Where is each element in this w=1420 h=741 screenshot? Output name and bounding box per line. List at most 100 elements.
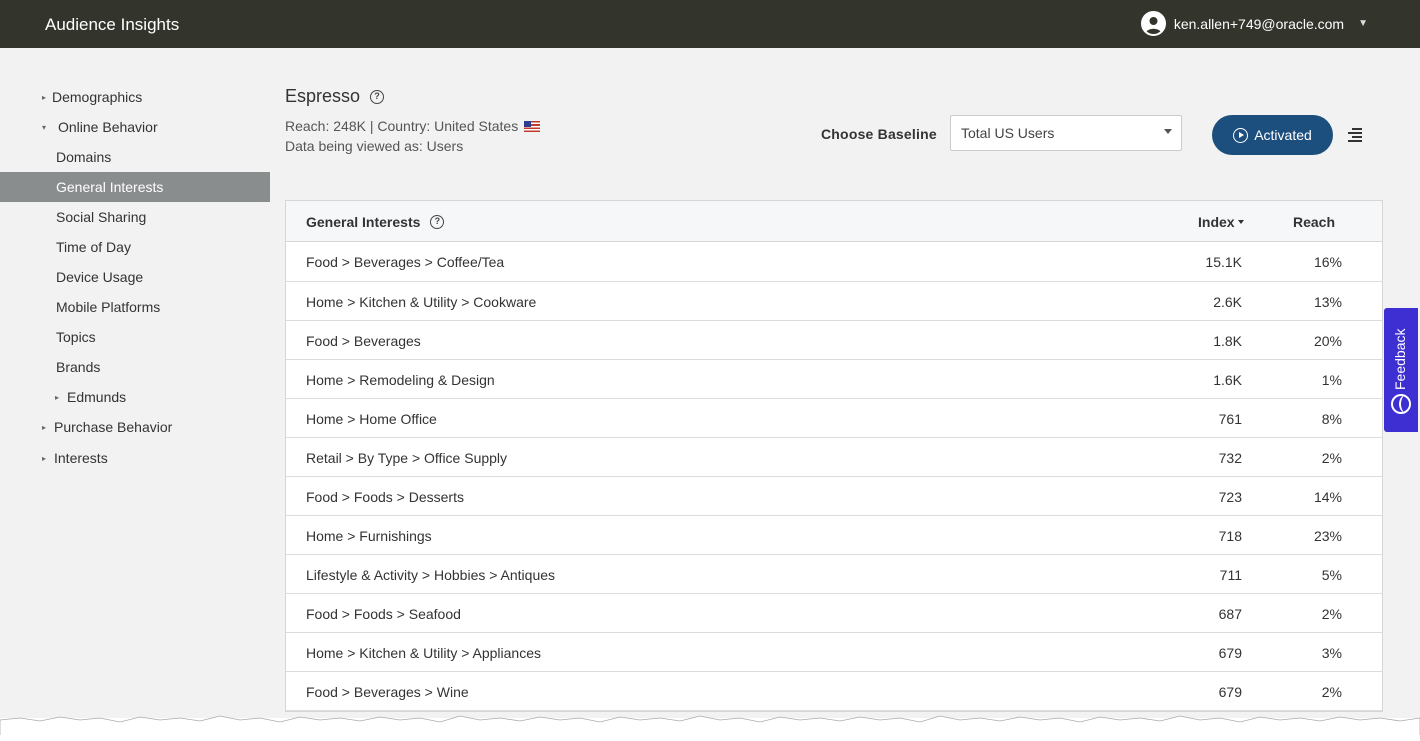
table-row[interactable]: Food > Foods > Desserts 723 14% [286,477,1382,516]
sidebar-item-purchase-behavior[interactable]: ▸ Purchase Behavior [0,412,270,442]
expand-icon: ▸ [42,92,47,102]
sidebar-item-label: Domains [56,149,112,165]
row-name: Food > Beverages > Coffee/Tea [306,254,505,270]
activated-button[interactable]: Activated [1212,115,1333,155]
viewed-as-text: Data being viewed as: Users [285,138,464,154]
reach-country-text: Reach: 248K | Country: United States [285,118,519,134]
sidebar-item-topics[interactable]: Topics [0,322,270,352]
row-reach: 3% [1321,645,1342,661]
row-index: 711 [1219,567,1242,583]
sidebar-item-label: Demographics [52,89,143,105]
column-header-name: General Interests ? [306,214,445,230]
sidebar-item-label: Time of Day [56,239,131,255]
sidebar-item-demographics[interactable]: ▸ Demographics [0,82,270,112]
sidebar-item-label: Edmunds [67,389,127,405]
general-interests-table: General Interests ? Index Reach Food > B… [285,200,1383,712]
user-menu[interactable]: ken.allen+749@oracle.com ▼ [1140,11,1368,36]
row-index: 679 [1218,645,1242,661]
sidebar-item-social-sharing[interactable]: Social Sharing [0,202,270,232]
row-reach: 20% [1313,333,1342,349]
table-row[interactable]: Food > Beverages 1.8K 20% [286,321,1382,360]
sidebar-item-general-interests[interactable]: General Interests [0,172,270,202]
table-row[interactable]: Food > Foods > Seafood 687 2% [286,594,1382,633]
row-reach: 8% [1321,411,1342,427]
sidebar-item-label: Social Sharing [56,209,147,225]
expand-icon: ▸ [55,392,60,402]
user-avatar-icon [1140,11,1166,36]
segment-title-row: Espresso ? [285,86,385,107]
baseline-selected-value: Total US Users [961,125,1055,141]
sidebar-item-online-behavior[interactable]: ▾ Online Behavior [0,112,270,142]
feedback-label: Feedback [1392,328,1408,390]
activated-label: Activated [1254,127,1312,143]
row-name: Lifestyle & Activity > Hobbies > Antique… [306,567,556,583]
row-reach: 16% [1313,254,1342,270]
row-reach: 1% [1321,372,1342,388]
table-row[interactable]: Food > Beverages > Coffee/Tea 15.1K 16% [286,242,1382,282]
row-reach: 5% [1321,567,1342,583]
row-name: Food > Foods > Desserts [306,489,464,505]
row-reach: 2% [1321,684,1342,700]
sidebar-item-label: Device Usage [56,269,144,285]
row-reach: 23% [1313,528,1342,544]
table-row[interactable]: Retail > By Type > Office Supply 732 2% [286,438,1382,477]
row-index: 761 [1218,411,1242,427]
row-name: Food > Foods > Seafood [306,606,461,622]
row-index: 687 [1218,606,1242,622]
sidebar-item-domains[interactable]: Domains [0,142,270,172]
row-index: 1.8K [1213,333,1242,349]
baseline-select[interactable]: Total US Users [950,115,1182,151]
sidebar-item-brands[interactable]: Brands [0,352,270,382]
column-header-name-label: General Interests [306,214,421,230]
segment-reach-info: Reach: 248K | Country: United States [285,118,541,134]
sidebar-item-label: Online Behavior [58,119,158,135]
collapse-icon: ▾ [42,122,47,132]
column-header-index[interactable]: Index [1198,214,1244,230]
row-index: 718 [1218,528,1242,544]
table-row[interactable]: Home > Kitchen & Utility > Appliances 679… [286,633,1382,672]
table-row[interactable]: Home > Remodeling & Design 1.6K 1% [286,360,1382,399]
top-bar: Audience Insights ken.allen+749@oracle.c… [0,0,1420,48]
row-index: 1.6K [1213,372,1242,388]
sidebar-item-label: Topics [56,329,96,345]
feedback-tab[interactable]: Feedback [1384,308,1418,432]
sidebar-item-device-usage[interactable]: Device Usage [0,262,270,292]
row-index: 732 [1218,450,1242,466]
expand-icon: ▸ [42,453,47,463]
row-reach: 13% [1313,294,1342,310]
play-icon [1233,127,1249,143]
row-name: Home > Kitchen & Utility > Cookware [306,294,537,310]
sort-desc-icon [1237,220,1244,224]
app-title: Audience Insights [45,15,180,34]
row-name: Home > Furnishings [306,528,432,544]
row-name: Home > Kitchen & Utility > Appliances [306,645,542,661]
sidebar-item-time-of-day[interactable]: Time of Day [0,232,270,262]
table-row[interactable]: Lifestyle & Activity > Hobbies > Antique… [286,555,1382,594]
help-icon[interactable]: ? [430,215,445,229]
row-reach: 14% [1313,489,1342,505]
sidebar-item-interests[interactable]: ▸ Interests [0,443,270,473]
user-email: ken.allen+749@oracle.com [1173,15,1345,32]
sidebar-item-mobile-platforms[interactable]: Mobile Platforms [0,292,270,322]
table-row[interactable]: Home > Kitchen & Utility > Cookware 2.6K 1… [286,282,1382,321]
column-header-index-label: Index [1198,214,1235,230]
row-name: Home > Home Office [306,411,437,427]
row-name: Food > Beverages [306,333,421,349]
row-index: 679 [1218,684,1242,700]
sidebar-item-edmunds[interactable]: ▸ Edmunds [0,382,270,412]
list-menu-icon[interactable] [1348,128,1362,142]
chevron-down-icon [1164,129,1172,134]
sidebar-item-label: Mobile Platforms [56,299,161,315]
baseline-label: Choose Baseline [821,126,937,142]
table-row[interactable]: Home > Home Office 761 8% [286,399,1382,438]
help-icon[interactable]: ? [370,89,385,104]
table-header: General Interests ? Index Reach [286,201,1382,242]
table-row[interactable]: Food > Beverages > Wine 679 2% [286,672,1382,711]
table-body: Food > Beverages > Coffee/Tea 15.1K 16% Ho… [286,242,1382,711]
sidebar-item-label: General Interests [56,179,164,195]
column-header-reach[interactable]: Reach [1293,214,1335,230]
table-row[interactable]: Home > Furnishings 718 23% [286,516,1382,555]
sidebar-item-label: Brands [56,359,101,375]
sidebar-item-label: Interests [54,450,108,466]
chevron-down-icon: ▼ [1358,18,1368,29]
